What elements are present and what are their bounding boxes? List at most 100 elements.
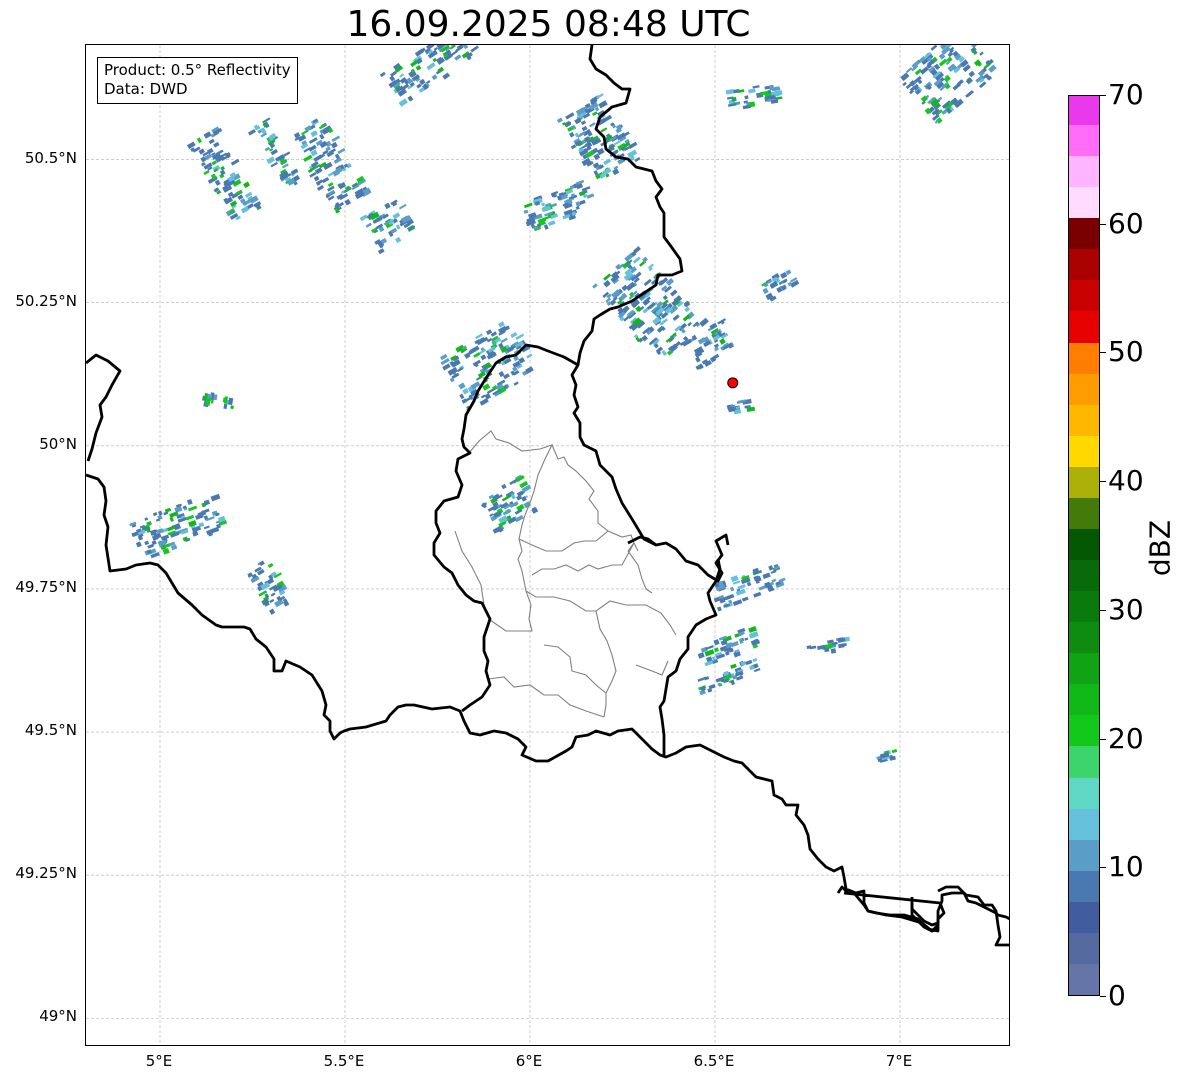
echo-pixel <box>695 356 701 363</box>
colorbar <box>1068 95 1100 996</box>
echo-pixel <box>303 154 313 163</box>
echo-pixel <box>359 214 368 222</box>
echo-pixel <box>589 122 596 128</box>
echo-pixel <box>771 578 777 583</box>
colorbar-segment <box>1069 310 1099 343</box>
echo-pixel <box>243 181 251 189</box>
echo-cluster <box>806 636 850 654</box>
colorbar-segment <box>1069 528 1099 561</box>
echo-pixel <box>687 321 693 327</box>
lat-tick-label: 50.5°N <box>24 148 77 167</box>
colorbar-segment <box>1069 652 1099 685</box>
echo-pixel <box>697 676 707 682</box>
colorbar-segment <box>1069 776 1099 809</box>
colorbar-segment <box>1069 559 1099 592</box>
echo-pixel <box>600 127 608 133</box>
lat-tick-label: 49.75°N <box>15 577 77 596</box>
radar-echoes <box>129 45 997 763</box>
echo-pixel <box>399 73 405 78</box>
info-box: Product: 0.5° Reflectivity Data: DWD <box>97 57 298 104</box>
echo-pixel <box>147 543 155 549</box>
echo-pixel <box>487 506 495 512</box>
echo-pixel <box>317 185 324 191</box>
colorbar-tick-label: 70 <box>1108 78 1144 111</box>
lat-tick-label: 50°N <box>39 434 77 453</box>
colorbar-segment <box>1069 714 1099 747</box>
echo-pixel <box>398 98 408 107</box>
echo-pixel <box>762 287 769 295</box>
echo-pixel <box>267 562 274 569</box>
echo-pixel <box>683 300 691 308</box>
colorbar-tick-label: 10 <box>1108 850 1144 884</box>
lat-tick-label: 49°N <box>39 1007 77 1026</box>
echo-pixel <box>684 306 690 313</box>
echo-pixel <box>900 72 910 82</box>
echo-pixel <box>568 131 575 138</box>
echo-pixel <box>459 393 465 400</box>
echo-cluster <box>481 474 539 534</box>
echo-pixel <box>187 505 198 512</box>
echo-pixel <box>415 64 422 71</box>
echo-pixel <box>480 354 487 361</box>
echo-pixel <box>670 289 678 297</box>
radar-map[interactable] <box>85 44 1010 1046</box>
echo-pixel <box>301 129 309 136</box>
colorbar-segment <box>1069 155 1099 188</box>
echo-pixel <box>166 525 175 532</box>
echo-pixel <box>313 175 320 182</box>
echo-pixel <box>248 129 256 136</box>
lon-tick-label: 6.5°E <box>693 1052 735 1070</box>
echo-pixel <box>384 202 391 210</box>
echo-cluster <box>129 493 228 559</box>
echo-pixel <box>321 176 330 184</box>
echo-pixel <box>416 83 422 89</box>
colorbar-segment <box>1069 745 1099 778</box>
colorbar-tick <box>1100 352 1106 354</box>
echo-pixel <box>745 659 753 666</box>
product-label: Product: 0.5° Reflectivity <box>104 61 291 79</box>
echo-cluster <box>592 246 709 356</box>
echo-pixel <box>570 144 577 150</box>
echo-cluster <box>697 625 761 667</box>
colorbar-segment <box>1069 621 1099 654</box>
echo-pixel <box>379 71 386 78</box>
echo-pixel <box>223 403 228 410</box>
echo-pixel <box>270 592 276 597</box>
echo-pixel <box>581 125 588 132</box>
echo-pixel <box>269 598 275 604</box>
echo-cluster <box>876 748 898 763</box>
echo-pixel <box>713 647 719 653</box>
echo-pixel <box>767 89 772 94</box>
echo-pixel <box>612 168 620 176</box>
echo-cluster <box>725 84 783 110</box>
echo-cluster <box>379 45 479 107</box>
colorbar-segment <box>1069 932 1099 964</box>
echo-pixel <box>628 141 638 149</box>
echo-pixel <box>230 405 234 410</box>
echo-cluster <box>186 126 262 221</box>
colorbar-tick <box>1100 738 1106 740</box>
colorbar-segment <box>1069 901 1099 933</box>
map-title: 16.09.2025 08:48 UTC <box>346 4 751 45</box>
echo-pixel <box>943 75 951 83</box>
echo-pixel <box>970 45 980 49</box>
echo-pixel <box>978 81 987 89</box>
colorbar-segment <box>1069 466 1099 498</box>
colorbar-segment <box>1069 683 1099 716</box>
echo-pixel <box>579 199 586 205</box>
echo-pixel <box>930 45 938 51</box>
echo-pixel <box>643 278 652 287</box>
echo-pixel <box>144 517 149 521</box>
echo-pixel <box>575 206 580 210</box>
echo-pixel <box>156 528 164 535</box>
echo-pixel <box>732 599 743 606</box>
echo-pixel <box>752 658 758 663</box>
echo-pixel <box>591 111 598 117</box>
echo-pixel <box>632 256 641 264</box>
echo-pixel <box>753 591 762 598</box>
echo-pixel <box>952 82 961 91</box>
echo-cluster <box>761 269 800 302</box>
lon-tick-label: 6°E <box>515 1052 543 1070</box>
echo-pixel <box>580 120 587 126</box>
echo-pixel <box>719 338 726 345</box>
